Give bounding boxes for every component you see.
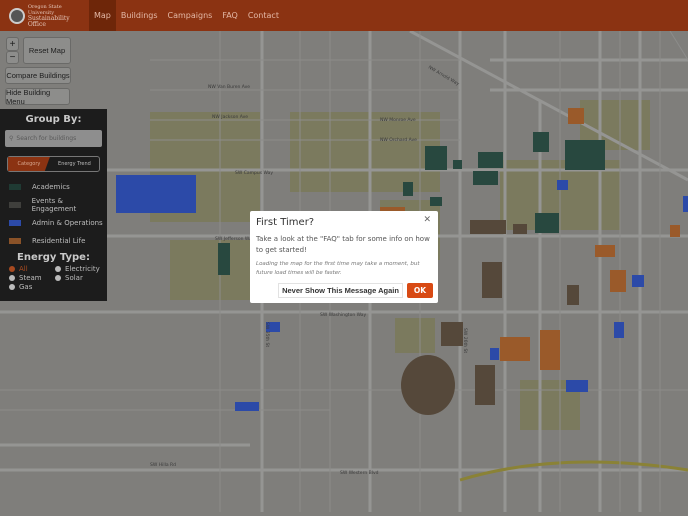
nav-campaigns[interactable]: Campaigns bbox=[163, 0, 218, 31]
ok-button[interactable]: OK bbox=[407, 283, 433, 298]
street-label: SW 26th St bbox=[462, 328, 468, 353]
street-label: NW Van Buren Ave bbox=[208, 84, 250, 90]
group-by-title: Group By: bbox=[25, 114, 82, 125]
osu-logo[interactable]: Oregon State University Sustainability Of… bbox=[9, 4, 89, 28]
legend-label: Residential Life bbox=[32, 237, 86, 245]
zoom-in-button[interactable]: + bbox=[6, 37, 19, 51]
compare-buildings-button[interactable]: Compare Buildings bbox=[5, 67, 71, 84]
seal-icon bbox=[9, 7, 25, 24]
street-label: NW Jackson Ave bbox=[212, 114, 248, 120]
radio-all[interactable]: All bbox=[9, 265, 49, 273]
dialog-message: Take a look at the "FAQ" tab for some in… bbox=[256, 235, 430, 254]
radio-steam[interactable]: Steam bbox=[9, 274, 49, 282]
legend-events[interactable]: Events & Engagement bbox=[9, 197, 107, 213]
street-label: SW Washington Way bbox=[320, 312, 367, 318]
street-label: SW 35th St bbox=[264, 322, 270, 347]
street-label: SW Hilla Rd bbox=[150, 462, 176, 468]
street-label: NW Monroe Ave bbox=[380, 117, 416, 123]
street-label: NW Orchard Ave bbox=[380, 137, 417, 143]
nav-buildings[interactable]: Buildings bbox=[116, 0, 163, 31]
legend-admin[interactable]: Admin & Operations bbox=[9, 218, 107, 228]
search-input[interactable]: ⚲ Search for buildings bbox=[5, 130, 102, 147]
street-label: SW Western Blvd bbox=[340, 470, 379, 476]
legend-label: Events & Engagement bbox=[31, 197, 77, 213]
close-icon[interactable]: ✕ bbox=[423, 215, 431, 225]
dialog-note: Loading the map for the first time may t… bbox=[256, 261, 420, 276]
nav-faq[interactable]: FAQ bbox=[217, 0, 243, 31]
legend-academics[interactable]: Academics bbox=[9, 182, 107, 192]
street-label: SW Jefferson Way bbox=[215, 236, 255, 242]
radio-electricity[interactable]: Electricity bbox=[55, 265, 100, 273]
building-menu: Group By: ⚲ Search for buildings Category… bbox=[0, 109, 107, 301]
legend-label: Admin & Operations bbox=[32, 219, 103, 227]
swatch bbox=[9, 202, 21, 208]
swatch bbox=[9, 184, 21, 190]
legend-label: Academics bbox=[32, 183, 70, 191]
never-show-again-button[interactable]: Never Show This Message Again bbox=[278, 283, 403, 298]
group-toggle[interactable]: Category Energy Trend bbox=[7, 156, 100, 172]
legend-residential[interactable]: Residential Life bbox=[9, 236, 107, 246]
energy-type-title: Energy Type: bbox=[17, 252, 90, 263]
reset-map-button[interactable]: Reset Map bbox=[23, 37, 71, 64]
logo-line2: Sustainability Office bbox=[27, 14, 70, 28]
nav-map[interactable]: Map bbox=[89, 0, 116, 31]
nav-contact[interactable]: Contact bbox=[243, 0, 284, 31]
swatch bbox=[9, 238, 21, 244]
first-timer-dialog: First Timer? ✕ Take a look at the "FAQ" … bbox=[250, 211, 438, 303]
toggle-energy-trend[interactable]: Energy Trend bbox=[50, 157, 99, 171]
top-nav: Oregon State University Sustainability Of… bbox=[0, 0, 688, 31]
street-label: SW Campus Way bbox=[235, 170, 273, 176]
search-placeholder: Search for buildings bbox=[16, 135, 77, 142]
radio-gas[interactable]: Gas bbox=[9, 283, 32, 291]
radio-solar[interactable]: Solar bbox=[55, 274, 83, 282]
swatch bbox=[9, 220, 21, 226]
toggle-category[interactable]: Category bbox=[8, 157, 50, 171]
dialog-title: First Timer? bbox=[256, 217, 315, 228]
hide-building-menu-button[interactable]: Hide Building Menu bbox=[5, 88, 70, 106]
zoom-out-button[interactable]: − bbox=[6, 51, 19, 64]
search-icon: ⚲ bbox=[9, 135, 14, 142]
